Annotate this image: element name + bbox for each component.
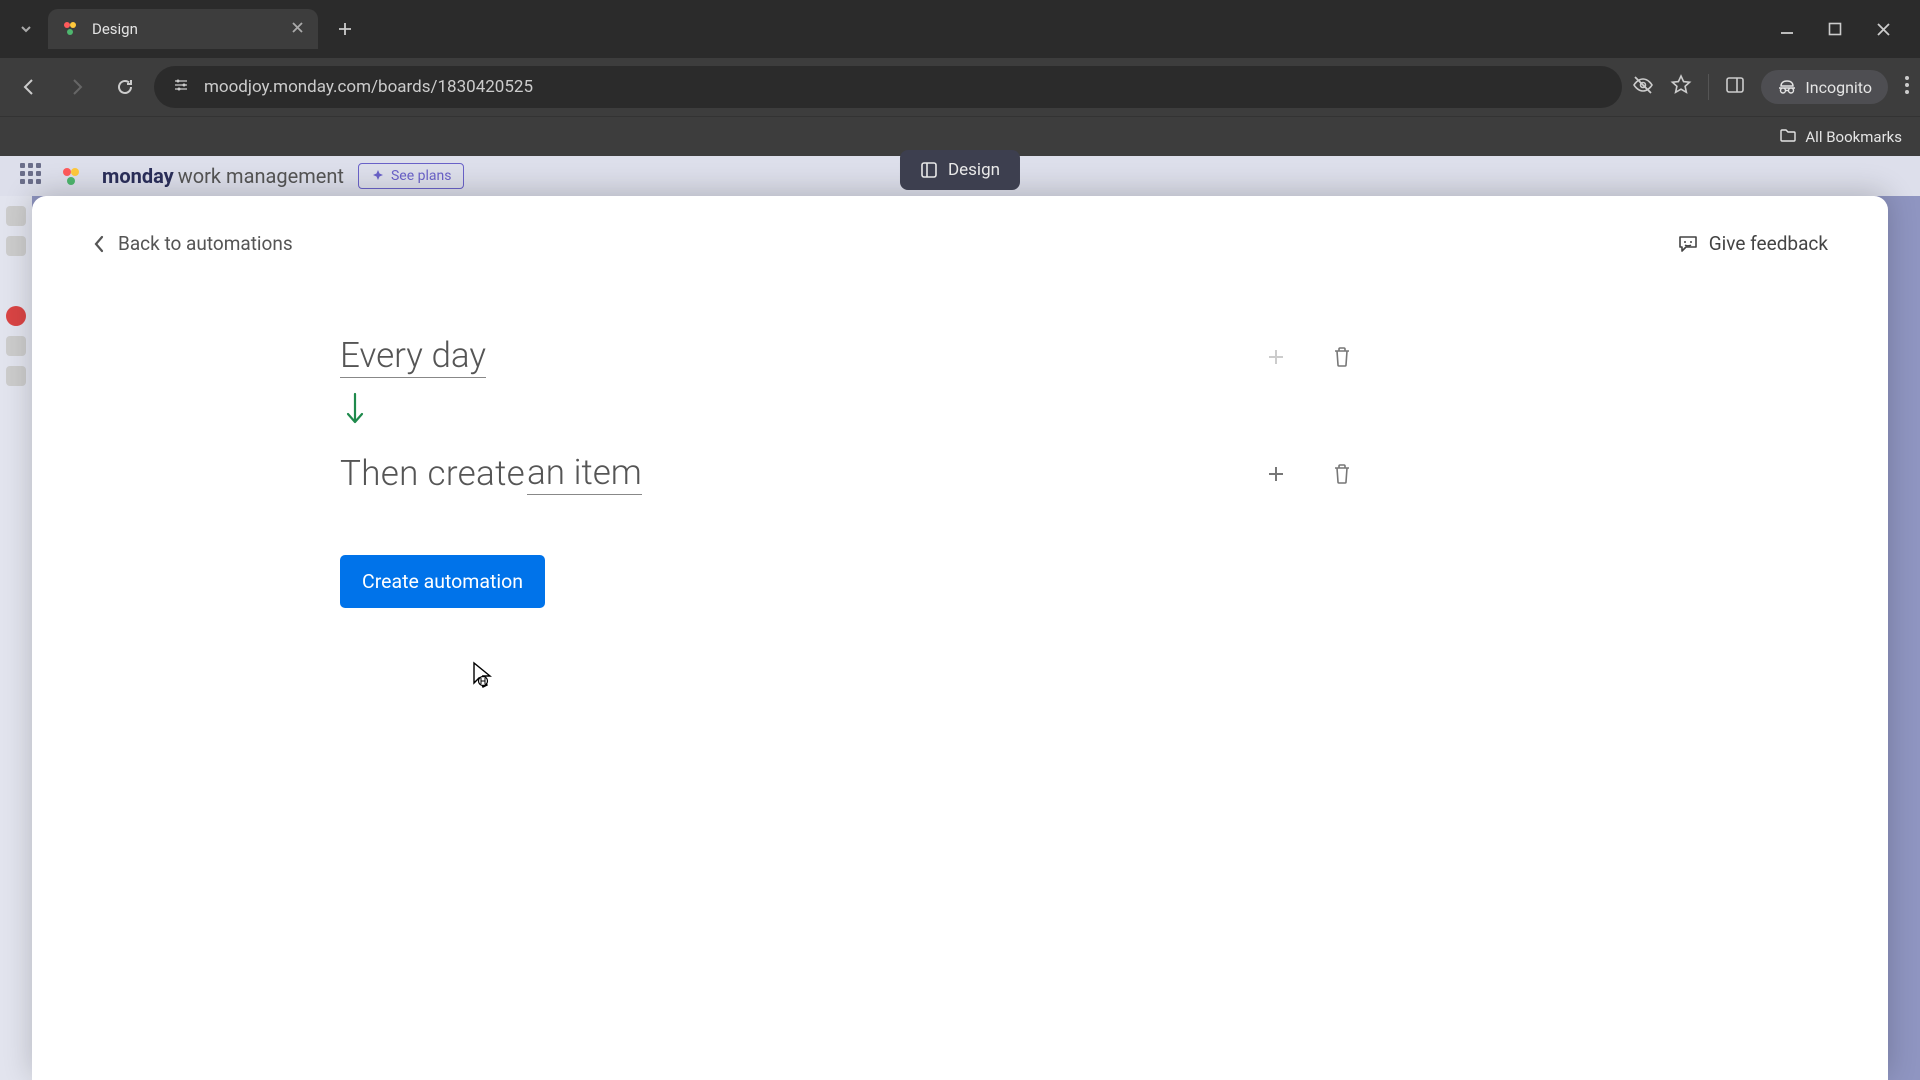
back-to-automations-link[interactable]: Back to automations bbox=[92, 232, 293, 255]
separator bbox=[1708, 74, 1709, 100]
tab-area: Design bbox=[8, 9, 362, 49]
page-viewport: Design monday work management See plans … bbox=[0, 156, 1920, 1080]
site-settings-icon[interactable] bbox=[172, 76, 190, 99]
minimize-icon[interactable] bbox=[1776, 18, 1798, 40]
window-controls bbox=[1776, 18, 1912, 40]
url-input[interactable]: moodjoy.monday.com/boards/1830420525 bbox=[154, 66, 1622, 108]
forward-icon bbox=[58, 68, 96, 106]
new-tab-button[interactable] bbox=[328, 12, 362, 46]
close-tab-icon[interactable] bbox=[291, 20, 304, 38]
create-automation-button[interactable]: Create automation bbox=[340, 555, 545, 608]
incognito-label: Incognito bbox=[1805, 78, 1872, 97]
board-title-pill[interactable]: Design bbox=[900, 150, 1020, 190]
feedback-icon bbox=[1677, 233, 1699, 255]
left-rail bbox=[0, 196, 32, 1080]
all-bookmarks-link[interactable]: All Bookmarks bbox=[1805, 128, 1902, 146]
action-link[interactable]: an item bbox=[527, 452, 642, 495]
board-title-text: Design bbox=[948, 160, 1000, 180]
feedback-label: Give feedback bbox=[1709, 232, 1828, 255]
trigger-link[interactable]: Every day bbox=[340, 335, 486, 378]
add-action-icon[interactable] bbox=[1266, 464, 1286, 484]
trigger-row-actions bbox=[1266, 346, 1392, 368]
maximize-icon[interactable] bbox=[1824, 18, 1846, 40]
panel-icon bbox=[920, 161, 938, 179]
automation-builder-modal: Back to automations Give feedback Every … bbox=[32, 196, 1888, 1080]
apps-grid-icon[interactable] bbox=[20, 163, 46, 189]
see-plans-button[interactable]: See plans bbox=[358, 163, 464, 189]
chevron-left-icon bbox=[92, 233, 106, 255]
brand-light: work management bbox=[178, 164, 344, 188]
incognito-icon bbox=[1777, 77, 1797, 97]
close-window-icon[interactable] bbox=[1872, 18, 1894, 40]
modal-header: Back to automations Give feedback bbox=[92, 232, 1828, 255]
add-condition-icon[interactable] bbox=[1266, 347, 1286, 367]
give-feedback-link[interactable]: Give feedback bbox=[1677, 232, 1828, 255]
automation-body: Every day Then create an item Create aut… bbox=[92, 335, 1392, 608]
back-label: Back to automations bbox=[118, 232, 293, 255]
app-brand: monday work management bbox=[102, 164, 344, 188]
eye-off-icon[interactable] bbox=[1632, 74, 1654, 100]
action-row: Then create an item bbox=[340, 452, 1392, 495]
browser-tab[interactable]: Design bbox=[48, 9, 318, 49]
trigger-row: Every day bbox=[340, 335, 1392, 378]
side-panel-icon[interactable] bbox=[1725, 75, 1745, 99]
kebab-menu-icon[interactable] bbox=[1904, 75, 1910, 99]
action-row-actions bbox=[1266, 463, 1392, 485]
arrow-down-icon bbox=[344, 392, 1392, 434]
browser-address-bar: moodjoy.monday.com/boards/1830420525 Inc… bbox=[0, 58, 1920, 116]
incognito-badge[interactable]: Incognito bbox=[1761, 70, 1888, 104]
tab-title: Design bbox=[92, 20, 281, 38]
tab-favicon-icon bbox=[62, 19, 82, 39]
browser-tab-strip: Design bbox=[0, 0, 1920, 58]
reload-icon[interactable] bbox=[106, 68, 144, 106]
see-plans-label: See plans bbox=[391, 168, 451, 184]
url-text: moodjoy.monday.com/boards/1830420525 bbox=[204, 77, 533, 97]
sparkle-icon bbox=[371, 169, 385, 183]
monday-logo-icon bbox=[60, 162, 88, 190]
delete-trigger-icon[interactable] bbox=[1332, 346, 1352, 368]
back-icon[interactable] bbox=[10, 68, 48, 106]
bookmark-star-icon[interactable] bbox=[1670, 74, 1692, 100]
delete-action-icon[interactable] bbox=[1332, 463, 1352, 485]
brand-bold: monday bbox=[102, 164, 174, 188]
tab-search-dropdown[interactable] bbox=[8, 11, 44, 47]
action-prefix: Then create bbox=[340, 453, 525, 494]
toolbar-right: Incognito bbox=[1632, 70, 1910, 104]
folder-icon bbox=[1779, 126, 1797, 148]
